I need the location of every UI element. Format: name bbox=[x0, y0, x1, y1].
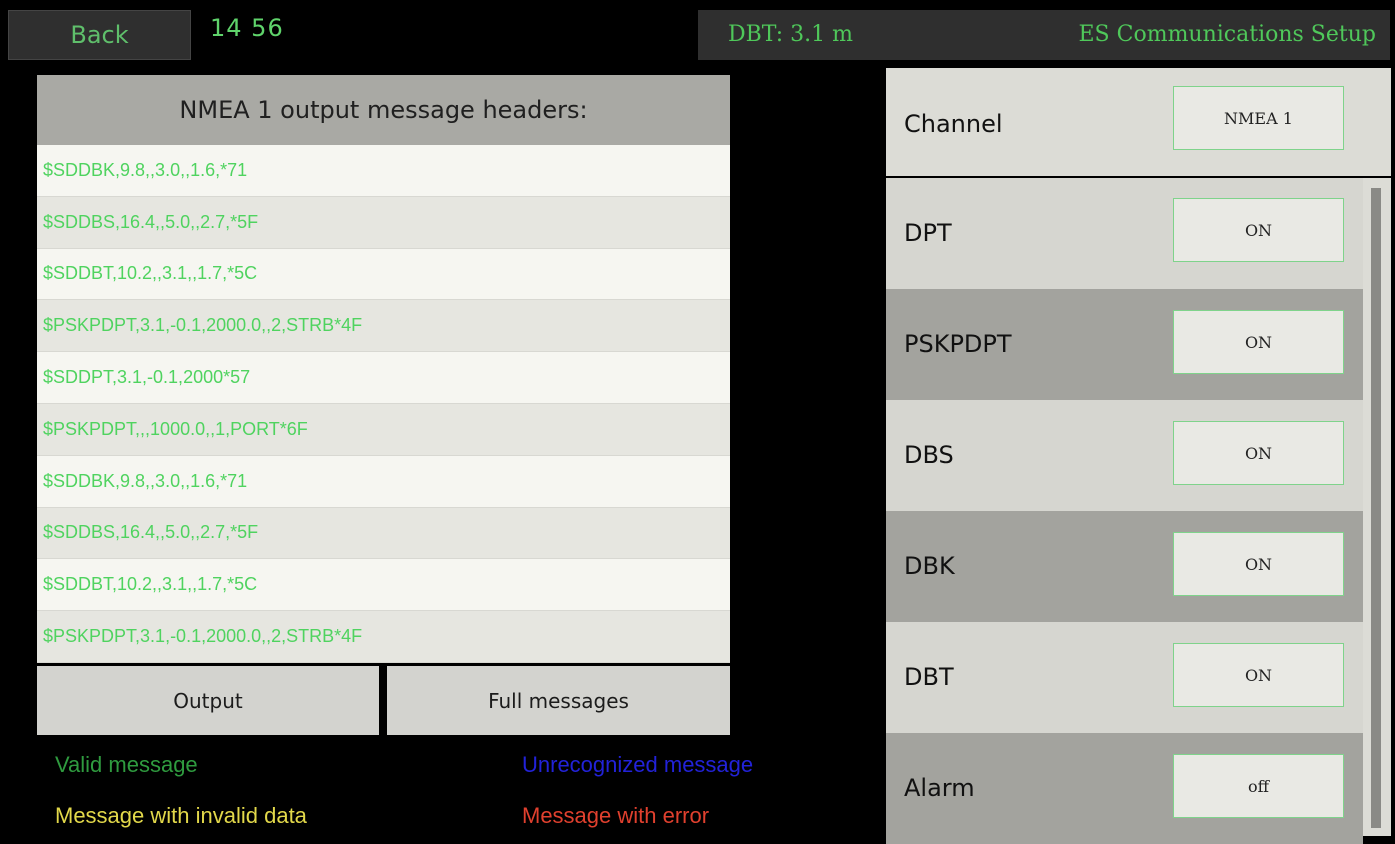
message-panel: NMEA 1 output message headers: $SDDBK,9.… bbox=[37, 75, 730, 735]
message-row: $SDDBT,10.2,,3.1,,1.7,*5C bbox=[37, 559, 730, 612]
option-label: DPT bbox=[904, 219, 952, 247]
option-row-dbt: DBT ON bbox=[886, 622, 1363, 733]
legend-unrecognized: Unrecognized message bbox=[522, 752, 754, 777]
message-row: $PSKPDPT,3.1,-0.1,2000.0,,2,STRB*4F bbox=[37, 300, 730, 353]
back-button[interactable]: Back bbox=[8, 10, 191, 60]
dbs-toggle[interactable]: ON bbox=[1173, 421, 1344, 485]
message-row: $SDDBK,9.8,,3.0,,1.6,*71 bbox=[37, 455, 730, 508]
channel-row: Channel NMEA 1 bbox=[886, 68, 1391, 176]
message-row: $SDDPT,3.1,-0.1,2000*57 bbox=[37, 352, 730, 404]
option-row-dbs: DBS ON bbox=[886, 400, 1363, 511]
dpt-toggle[interactable]: ON bbox=[1173, 198, 1344, 262]
depth-readout: DBT: 3.1 m bbox=[728, 22, 853, 47]
message-row: $PSKPDPT,3.1,-0.1,2000.0,,2,STRB*4F bbox=[37, 611, 730, 663]
message-list[interactable]: $SDDBK,9.8,,3.0,,1.6,*71 $SDDBS,16.4,,5.… bbox=[37, 145, 730, 663]
channel-label: Channel bbox=[904, 110, 1003, 138]
alarm-toggle[interactable]: off bbox=[1173, 754, 1344, 818]
option-label: Alarm bbox=[904, 774, 975, 802]
option-row-dbk: DBK ON bbox=[886, 511, 1363, 622]
output-button[interactable]: Output bbox=[37, 666, 379, 735]
option-row-pskpdpt: PSKPDPT ON bbox=[886, 289, 1363, 400]
option-label: PSKPDPT bbox=[904, 330, 1012, 358]
message-row: $SDDBS,16.4,,5.0,,2.7,*5F bbox=[37, 507, 730, 560]
message-panel-header: NMEA 1 output message headers: bbox=[37, 75, 730, 145]
clock: 14 56 bbox=[210, 14, 284, 42]
message-buttons: Output Full messages bbox=[37, 666, 730, 735]
message-row: $SDDBS,16.4,,5.0,,2.7,*5F bbox=[37, 196, 730, 249]
option-label: DBS bbox=[904, 441, 954, 469]
pskpdpt-toggle[interactable]: ON bbox=[1173, 310, 1344, 374]
top-bar: Back 14 56 DBT: 3.1 m ES Communications … bbox=[0, 0, 1395, 62]
scrollbar-thumb[interactable] bbox=[1371, 188, 1381, 828]
legend-valid: Valid message bbox=[55, 752, 198, 777]
message-row: $PSKPDPT,,,1000.0,,1,PORT*6F bbox=[37, 403, 730, 456]
option-row-dpt: DPT ON bbox=[886, 178, 1363, 289]
option-list: DPT ON PSKPDPT ON DBS ON DBK ON DBT ON A… bbox=[886, 178, 1363, 844]
channel-select-button[interactable]: NMEA 1 bbox=[1173, 86, 1344, 150]
message-row: $SDDBK,9.8,,3.0,,1.6,*71 bbox=[37, 145, 730, 197]
settings-panel: Channel NMEA 1 DPT ON PSKPDPT ON DBS ON … bbox=[886, 68, 1395, 844]
option-row-alarm: Alarm off bbox=[886, 733, 1363, 844]
screen-title: ES Communications Setup bbox=[1078, 22, 1377, 47]
dbk-toggle[interactable]: ON bbox=[1173, 532, 1344, 596]
option-label: DBT bbox=[904, 663, 954, 691]
legend-error: Message with error bbox=[522, 803, 710, 828]
legend-invalid-data: Message with invalid data bbox=[55, 803, 307, 828]
status-panel: DBT: 3.1 m ES Communications Setup bbox=[698, 10, 1390, 60]
full-messages-button[interactable]: Full messages bbox=[387, 666, 730, 735]
dbt-toggle[interactable]: ON bbox=[1173, 643, 1344, 707]
message-row: $SDDBT,10.2,,3.1,,1.7,*5C bbox=[37, 248, 730, 301]
option-label: DBK bbox=[904, 552, 955, 580]
option-scrollbar[interactable] bbox=[1363, 178, 1391, 836]
